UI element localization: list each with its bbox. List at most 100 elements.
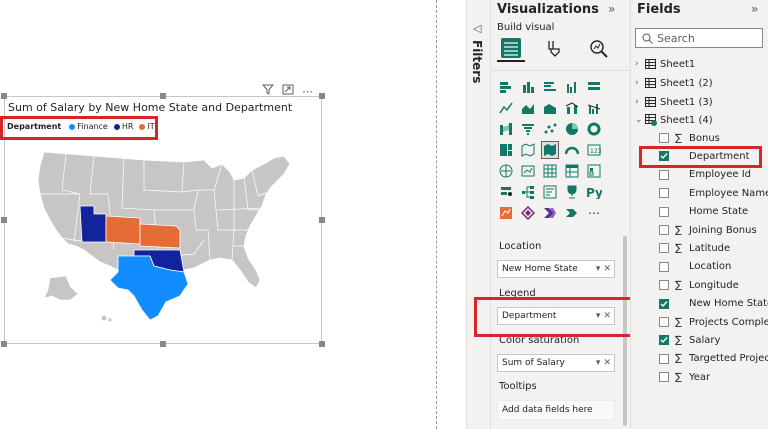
checkbox[interactable] — [659, 372, 669, 383]
100-stacked-bar-icon[interactable] — [585, 78, 603, 96]
field-row[interactable]: ∑ Year — [659, 369, 710, 385]
checkbox[interactable] — [659, 280, 669, 291]
python-visual-icon[interactable]: Py — [585, 183, 603, 201]
checkbox[interactable] — [659, 261, 669, 272]
field-row[interactable]: Home State — [659, 204, 748, 220]
location-field-well[interactable]: New Home State ▾ ✕ — [497, 260, 615, 278]
scatter-chart-icon[interactable] — [541, 120, 559, 138]
resize-handle[interactable] — [160, 341, 166, 347]
field-row[interactable]: Employee Id — [659, 167, 751, 183]
field-row[interactable]: ∑ Longitude — [659, 277, 739, 293]
resize-handle[interactable] — [1, 217, 7, 223]
us-map[interactable] — [34, 150, 304, 325]
fields-search-input[interactable]: Search — [635, 28, 763, 48]
checkbox[interactable] — [659, 243, 669, 254]
chevron-down-icon[interactable]: ▾ — [596, 264, 601, 274]
legend-entry-finance[interactable]: Finance — [69, 122, 108, 131]
chevron-right-icon[interactable]: › — [635, 59, 645, 69]
treemap-icon[interactable] — [497, 141, 515, 159]
remove-field-icon[interactable]: ✕ — [603, 358, 611, 368]
field-row[interactable]: ∑ Latitude — [659, 240, 730, 256]
table-icon[interactable] — [541, 162, 559, 180]
table-sheet1[interactable]: › Sheet1 — [635, 56, 695, 72]
focus-mode-icon[interactable] — [282, 84, 294, 98]
power-automate-icon[interactable] — [541, 204, 559, 222]
remove-field-icon[interactable]: ✕ — [603, 264, 611, 274]
paginated-report-icon[interactable] — [563, 204, 581, 222]
pie-chart-icon[interactable] — [563, 120, 581, 138]
clustered-bar-chart-icon[interactable] — [541, 78, 559, 96]
donut-chart-icon[interactable] — [585, 120, 603, 138]
checkbox[interactable] — [659, 206, 669, 217]
resize-handle[interactable] — [160, 93, 166, 99]
more-visuals-icon[interactable]: ⋯ — [585, 204, 603, 222]
kpi-icon[interactable] — [519, 162, 537, 180]
map-icon[interactable] — [519, 141, 537, 159]
matrix-icon[interactable] — [563, 162, 581, 180]
color-saturation-field-well[interactable]: Sum of Salary ▾ ✕ — [497, 354, 615, 372]
checked-checkbox[interactable] — [659, 335, 669, 346]
clustered-column-chart-icon[interactable] — [563, 78, 581, 96]
build-visual-tab[interactable] — [497, 36, 525, 62]
decomposition-tree-icon[interactable] — [519, 183, 537, 201]
trophy-icon[interactable] — [563, 183, 581, 201]
table-sheet1-2[interactable]: › Sheet1 (2) — [635, 75, 713, 91]
checkbox[interactable] — [659, 169, 669, 180]
field-row[interactable]: ∑ Salary — [659, 332, 720, 348]
field-row[interactable]: Employee Name — [659, 185, 768, 201]
filters-pane-collapsed[interactable]: ◁ Filters — [466, 0, 490, 429]
r-visual-icon[interactable] — [497, 204, 515, 222]
qa-visual-icon[interactable] — [541, 183, 559, 201]
tooltips-field-well[interactable]: Add data fields here — [497, 400, 615, 420]
legend-entry-it[interactable]: IT — [139, 122, 155, 131]
legend-entry-hr[interactable]: HR — [113, 122, 133, 131]
field-row[interactable]: ∑ Targetted Projects — [659, 351, 768, 367]
state-kansas[interactable] — [139, 223, 181, 249]
checkbox[interactable] — [659, 353, 669, 364]
chevron-down-icon[interactable]: ⌄ — [635, 115, 645, 125]
table-sheet1-3[interactable]: › Sheet1 (3) — [635, 94, 713, 110]
resize-handle[interactable] — [319, 341, 325, 347]
chevron-right-icon[interactable]: › — [635, 97, 645, 107]
filters-label[interactable]: Filters — [470, 40, 484, 83]
azure-map-icon[interactable] — [497, 162, 515, 180]
checkbox[interactable] — [659, 317, 669, 327]
field-row[interactable]: New Home State — [659, 296, 768, 312]
checkbox[interactable] — [659, 188, 669, 199]
collapse-fields-icon[interactable]: » — [751, 2, 758, 16]
stacked-area-chart-icon[interactable] — [541, 99, 559, 117]
filter-icon[interactable] — [261, 84, 275, 98]
line-chart-icon[interactable] — [497, 99, 515, 117]
power-apps-icon[interactable] — [519, 204, 537, 222]
resize-handle[interactable] — [1, 341, 7, 347]
state-colorado[interactable] — [105, 215, 141, 245]
line-clustered-column-icon[interactable] — [585, 99, 603, 117]
expand-filters-icon[interactable]: ◁ — [473, 22, 481, 35]
slicer-icon[interactable] — [585, 162, 603, 180]
checkbox[interactable] — [659, 225, 669, 235]
resize-handle[interactable] — [319, 217, 325, 223]
checkbox[interactable] — [659, 133, 669, 143]
chevron-down-icon[interactable]: ▾ — [596, 358, 601, 368]
report-canvas[interactable]: ⋯ Sum of Salary by New Home State and De… — [0, 0, 466, 429]
gauge-icon[interactable] — [563, 141, 581, 159]
ribbon-chart-icon[interactable] — [497, 120, 515, 138]
field-row[interactable]: ∑ Bonus — [659, 130, 720, 146]
field-row[interactable]: ∑ Projects Complet... — [659, 314, 768, 330]
format-visual-tab[interactable] — [541, 36, 569, 62]
collapse-visualizations-icon[interactable]: » — [608, 2, 615, 16]
area-chart-icon[interactable] — [519, 99, 537, 117]
waterfall-chart-icon[interactable] — [519, 120, 537, 138]
chevron-right-icon[interactable]: › — [635, 78, 645, 88]
card-icon[interactable]: 123 — [585, 141, 603, 159]
field-row[interactable]: ∑ Joining Bonus — [659, 222, 757, 238]
stacked-column-chart-icon[interactable] — [519, 78, 537, 96]
table-sheet1-4[interactable]: ⌄ Sheet1 (4) — [635, 112, 713, 128]
more-options-icon[interactable]: ⋯ — [302, 85, 313, 98]
resize-handle[interactable] — [1, 93, 7, 99]
field-row[interactable]: Location — [659, 259, 731, 275]
checked-checkbox[interactable] — [659, 298, 669, 309]
filled-map-icon[interactable] — [541, 141, 559, 159]
stacked-bar-chart-icon[interactable] — [497, 78, 515, 96]
line-column-chart-icon[interactable] — [563, 99, 581, 117]
